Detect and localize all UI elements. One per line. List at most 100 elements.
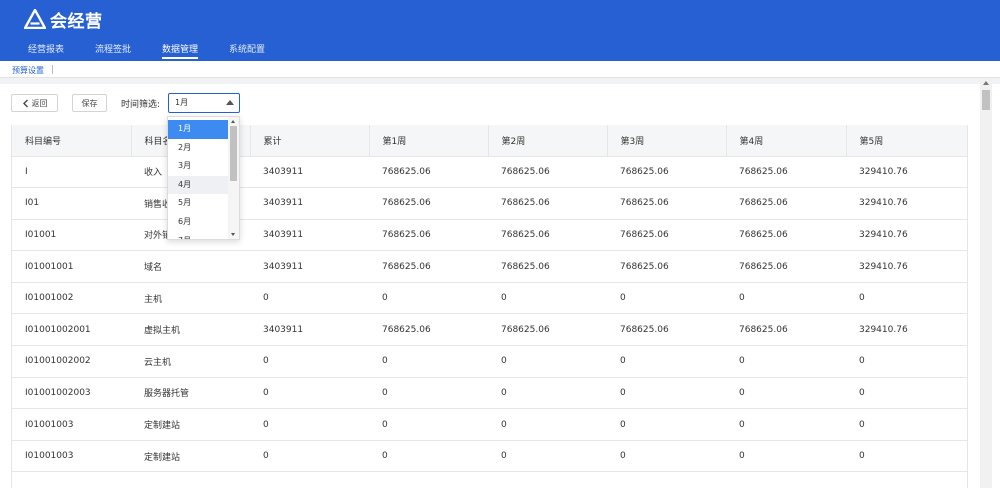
table-cell: 0 [250,282,369,315]
table-row: I01001001 域名 3403911 768625.06 768625.06 7686… [12,250,967,283]
tab-budget-settings[interactable]: 预算设置 [12,65,44,76]
table-cell: 0 [369,282,488,315]
table-cell: 0 [726,282,846,315]
table-cell: 定制建站 [131,440,250,473]
table-cell: 0 [369,377,488,410]
scroll-up-icon[interactable] [983,81,989,85]
dropdown-scroll-thumb[interactable] [230,126,237,181]
data-table: 科目编号 科目名称 累计 第1周 第2周 第3周 第4周 第5周 I 收入 3403… [11,125,968,488]
dropdown-option[interactable]: 6月 [168,213,230,232]
table-cell: 768625.06 [488,219,607,252]
table-row: I01001002002 云主机 0 0 0 0 0 0 [12,345,967,378]
table-cell: 3403911 [250,313,369,347]
table-cell: 0 [488,345,607,378]
dropdown-scrollbar[interactable] [228,117,239,239]
table-cell: 768625.06 [726,187,846,220]
table-cell: I01001002001 [12,313,131,347]
table-cell: 0 [369,408,488,441]
table-cell: 0 [250,345,369,378]
dropdown-option-list: 1月2月3月4月5月6月7月 [168,120,230,239]
nav-item-system-config[interactable]: 系统配置 [229,42,265,59]
table-row: I01 销售收入 3403911 768625.06 768625.06 768625.0… [12,187,967,220]
page-scrollbar[interactable] [980,78,992,488]
table-cell: 0 [846,440,967,473]
column-header-week1: 第1周 [369,125,489,157]
table-cell: 768625.06 [369,313,488,347]
table-row [12,471,967,488]
column-header-total: 累计 [250,125,370,157]
page-scroll-thumb[interactable] [982,90,990,110]
table-cell: 云主机 [131,345,250,378]
table-cell: 服务器托管 [131,377,250,410]
save-button[interactable]: 保存 [72,94,107,112]
main-nav: 经营报表 流程签批 数据管理 系统配置 [28,42,265,59]
table-cell: I01001001 [12,250,131,283]
back-button-label: 返回 [31,98,48,108]
app-header: 会经营 经营报表 流程签批 数据管理 系统配置 [0,0,1000,61]
table-row: I01001 对外销售 3403911 768625.06 768625.06 76862… [12,219,967,252]
table-cell: 0 [607,408,726,441]
table-cell: 0 [369,440,488,473]
scroll-up-icon[interactable] [231,120,235,123]
table-cell: 768625.06 [726,156,846,189]
table-cell: 768625.06 [369,187,488,220]
table-cell: 329410.76 [846,250,967,283]
table-row: I01001002001 虚拟主机 3403911 768625.06 768625.0… [12,313,967,347]
back-button[interactable]: 返回 [11,94,58,112]
nav-item-reports[interactable]: 经营报表 [28,42,64,59]
dropdown-option[interactable]: 4月 [168,175,230,195]
column-header-week3: 第3周 [607,125,727,157]
table-cell: 768625.06 [488,156,607,189]
column-header-week2: 第2周 [488,125,608,157]
table-cell: 768625.06 [726,313,846,347]
table-cell: 768625.06 [726,250,846,283]
table-cell: 0 [726,440,846,473]
table-cell: 768625.06 [607,187,726,220]
nav-item-approvals[interactable]: 流程签批 [95,42,131,59]
table-row: I01001003 定制建站 0 0 0 0 0 0 [12,408,967,441]
table-cell: 768625.06 [369,250,488,283]
time-filter-select[interactable]: 1月 [168,93,240,113]
time-filter-label: 时间筛选: [121,100,161,110]
table-cell: I [12,156,131,189]
dropdown-option[interactable]: 1月 [168,120,230,139]
table-row: I 收入 3403911 768625.06 768625.06 768625.06 768… [12,156,967,189]
tab-divider [52,65,53,74]
scroll-down-icon[interactable] [231,233,235,236]
table-cell: 329410.76 [846,187,967,220]
table-cell: 0 [846,377,967,410]
table-cell: 0 [726,408,846,441]
chevron-left-icon [22,99,28,107]
table-cell: 3403911 [250,187,369,220]
table-cell: 768625.06 [607,156,726,189]
table-cell: 0 [607,282,726,315]
table-cell: 0 [726,377,846,410]
table-cell: 域名 [131,250,250,283]
table-cell: 0 [488,440,607,473]
dropdown-option[interactable]: 5月 [168,194,230,213]
section-divider [0,78,1000,84]
table-cell: I01001003 [12,440,131,473]
table-cell: I01001002002 [12,345,131,378]
logo-icon [24,9,46,29]
dropdown-option[interactable]: 7月 [168,232,230,239]
table-cell: I01001002 [12,282,131,315]
app-logo[interactable]: 会经营 [24,8,103,32]
app-title: 会经营 [50,11,103,32]
table-row: I01001002003 服务器托管 0 0 0 0 0 0 [12,377,967,410]
time-filter-dropdown: 1月2月3月4月5月6月7月 [167,116,240,240]
table-cell: 768625.06 [488,250,607,283]
table-cell: I01001003 [12,408,131,441]
table-cell: 768625.06 [607,313,726,347]
table-cell: 主机 [131,282,250,315]
table-cell [12,471,131,488]
dropdown-option[interactable]: 2月 [168,139,230,158]
table-cell: 0 [488,408,607,441]
table-cell: 0 [607,440,726,473]
table-cell: 329410.76 [846,313,967,347]
column-header-week5: 第5周 [846,125,967,157]
time-filter-value: 1月 [175,98,189,107]
dropdown-option[interactable]: 3月 [168,157,230,176]
nav-item-data-management[interactable]: 数据管理 [162,42,199,59]
table-cell [369,471,488,488]
